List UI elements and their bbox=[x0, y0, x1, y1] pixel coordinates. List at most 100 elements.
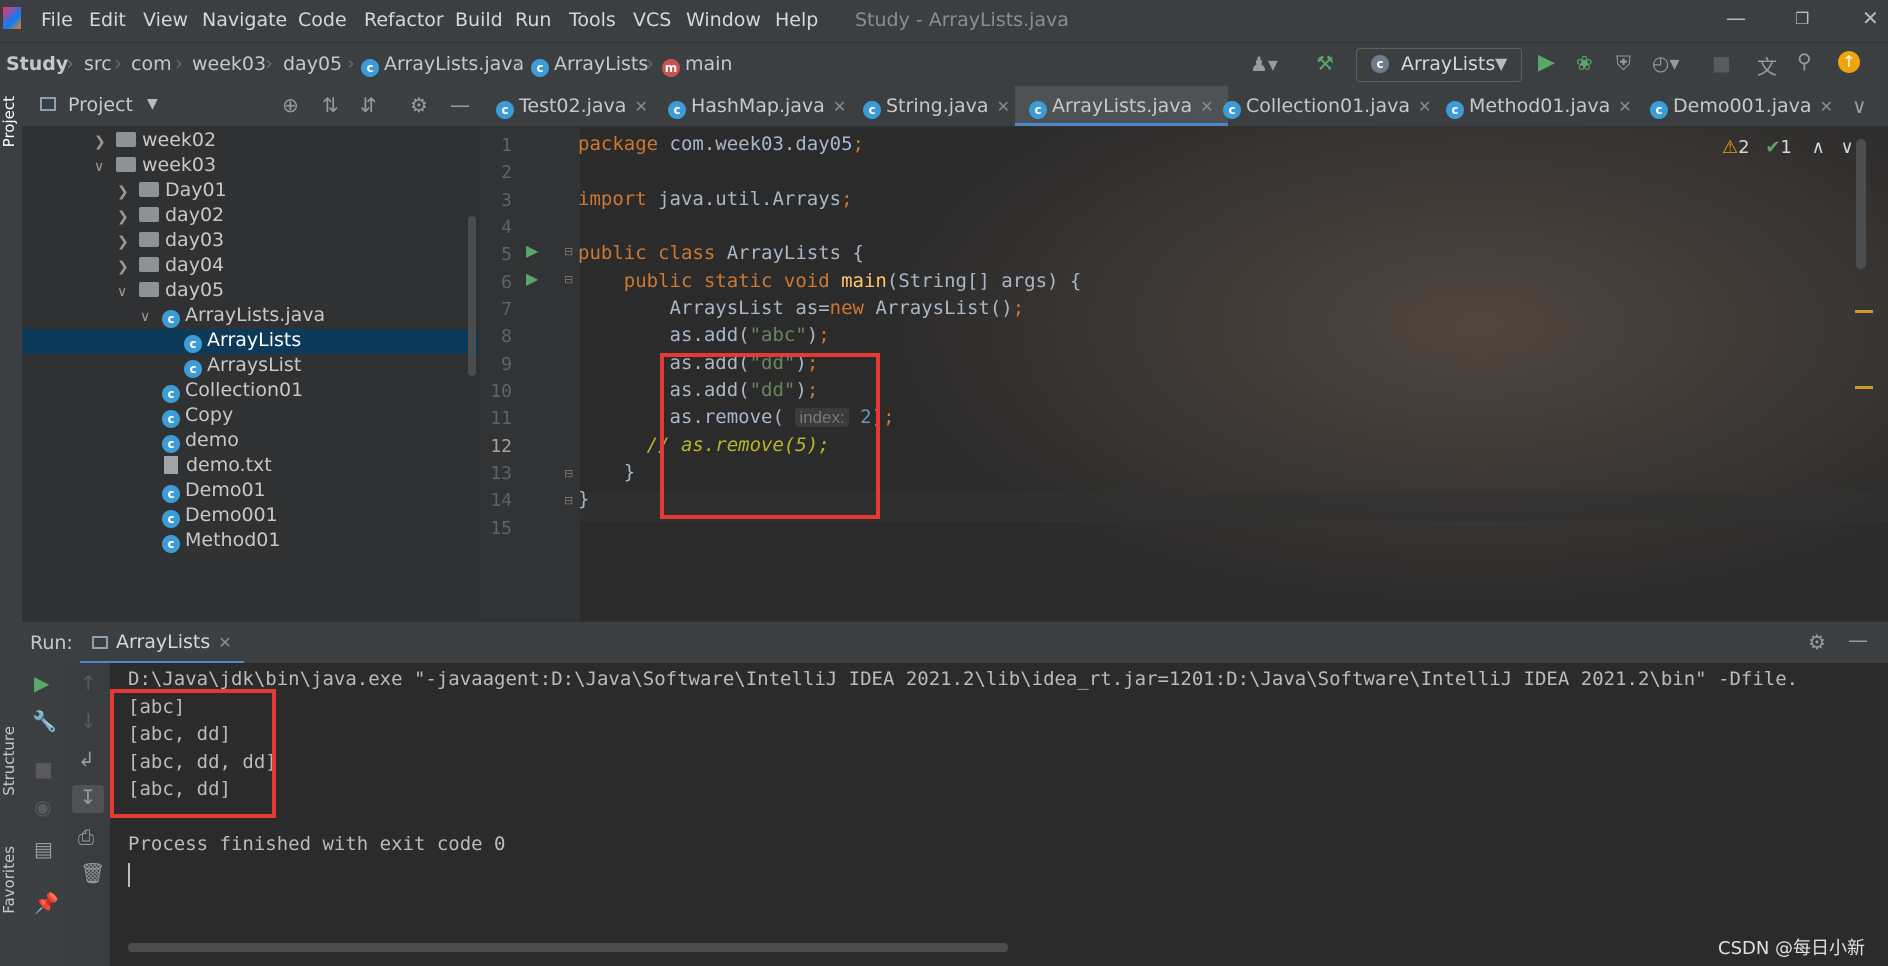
expand-all-icon[interactable]: ⇅ bbox=[322, 93, 339, 117]
breadcrumb-src[interactable]: src bbox=[84, 53, 112, 75]
restore-icon[interactable]: ❐ bbox=[1795, 9, 1809, 28]
inspection-widget[interactable]: ⚠2 ✔1 ∧ ∨ bbox=[1722, 137, 1854, 158]
warning-marker[interactable] bbox=[1855, 386, 1873, 389]
chevron-down-icon[interactable]: ∨ bbox=[1852, 94, 1867, 118]
tree-item-demo001[interactable]: c Demo001 bbox=[162, 504, 278, 534]
translate-icon[interactable]: 文 bbox=[1757, 51, 1777, 80]
chevron-up-icon[interactable]: ∧ bbox=[1812, 137, 1825, 158]
locate-icon[interactable]: ⊕ bbox=[282, 93, 299, 117]
menu-file[interactable]: File bbox=[41, 9, 73, 31]
navigation-bar: Study › src › com › week03 › day05 › c Ar… bbox=[0, 42, 1888, 88]
menu-build[interactable]: Build bbox=[455, 9, 503, 31]
breadcrumb-com[interactable]: com bbox=[131, 53, 172, 75]
search-icon[interactable]: ⚲ bbox=[1797, 49, 1812, 73]
project-scrollbar[interactable] bbox=[468, 216, 476, 376]
tab-label: String.java bbox=[886, 95, 989, 117]
coverage-icon[interactable]: ⛨ bbox=[1616, 51, 1631, 75]
project-panel-title[interactable]: Project bbox=[68, 94, 133, 116]
menu-edit[interactable]: Edit bbox=[89, 9, 126, 31]
update-icon[interactable]: ↑ bbox=[1838, 51, 1860, 73]
run-class-gutter-icon[interactable]: ▶ bbox=[526, 241, 538, 260]
folder-icon bbox=[139, 232, 159, 247]
tab-arraylists[interactable]: c ArrayLists.java ✕ bbox=[1015, 86, 1228, 126]
arrow-up-icon[interactable]: ↑ bbox=[80, 671, 97, 695]
gear-icon[interactable]: ⚙ bbox=[1808, 630, 1826, 654]
wrench-icon[interactable]: 🔧 bbox=[32, 709, 57, 733]
close-icon[interactable]: ✕ bbox=[218, 633, 231, 652]
run-icon[interactable]: ▶ bbox=[1538, 50, 1555, 75]
menu-view[interactable]: View bbox=[143, 9, 188, 31]
fold-icon[interactable]: ⊟ bbox=[564, 494, 573, 507]
tab-collection01[interactable]: c Collection01.java ✕ bbox=[1215, 86, 1439, 126]
run-main-gutter-icon[interactable]: ▶ bbox=[526, 269, 538, 288]
fold-icon[interactable]: ⊟ bbox=[564, 273, 573, 286]
close-icon[interactable]: ✕ bbox=[997, 97, 1010, 116]
menu-refactor[interactable]: Refactor bbox=[364, 9, 444, 31]
close-icon[interactable]: ✕ bbox=[833, 97, 846, 116]
tab-string[interactable]: c String.java ✕ bbox=[855, 86, 1018, 126]
trash-icon[interactable]: 🗑 bbox=[80, 861, 105, 885]
pin-icon[interactable]: 📌 bbox=[34, 891, 59, 915]
layout-icon[interactable]: ▤ bbox=[34, 837, 53, 861]
debug-icon[interactable]: ❀ bbox=[1576, 51, 1593, 75]
arrow-down-icon[interactable]: ↓ bbox=[80, 709, 97, 733]
breadcrumb-week03[interactable]: week03 bbox=[192, 53, 266, 75]
menu-run[interactable]: Run bbox=[515, 9, 551, 31]
tab-method01[interactable]: c Method01.java ✕ bbox=[1438, 86, 1640, 126]
rerun-icon[interactable]: ▶ bbox=[34, 671, 49, 695]
class-icon: c bbox=[1650, 101, 1668, 119]
warning-marker[interactable] bbox=[1855, 310, 1873, 313]
close-icon[interactable]: ✕ bbox=[1618, 97, 1631, 116]
run-configuration-selector[interactable]: c ArrayLists ▼ bbox=[1356, 48, 1522, 82]
tree-item-label: Demo001 bbox=[185, 504, 278, 526]
build-hammer-icon[interactable]: ⚒ bbox=[1316, 51, 1334, 75]
tree-item-label: Collection01 bbox=[185, 379, 304, 401]
breadcrumb-file[interactable]: c ArrayLists.java bbox=[361, 53, 524, 77]
close-icon[interactable]: ✕ bbox=[1418, 97, 1431, 116]
fold-icon[interactable]: ⊟ bbox=[564, 245, 573, 258]
tab-demo001[interactable]: c Demo001.java ✕ bbox=[1642, 86, 1841, 126]
close-icon[interactable]: ✕ bbox=[1820, 97, 1833, 116]
text-file-icon bbox=[164, 456, 178, 474]
breadcrumb-method[interactable]: m main bbox=[662, 53, 732, 77]
stop-icon[interactable]: ■ bbox=[1712, 51, 1731, 75]
menu-tools[interactable]: Tools bbox=[569, 9, 616, 31]
camera-icon[interactable]: ◉ bbox=[34, 795, 51, 819]
code-editor[interactable]: 1 2 3 4 5 6 7 8 9 10 11 12 13 14 15 ▶ ▶ … bbox=[480, 127, 1888, 621]
menu-vcs[interactable]: VCS bbox=[633, 9, 671, 31]
tree-item-method01[interactable]: c Method01 bbox=[162, 531, 280, 559]
menu-help[interactable]: Help bbox=[775, 9, 818, 31]
run-tab-arraylists[interactable]: ArrayLists ✕ bbox=[80, 622, 244, 664]
tab-test02[interactable]: c Test02.java ✕ bbox=[488, 86, 656, 126]
close-window-icon[interactable]: ✕ bbox=[1862, 6, 1879, 30]
close-icon[interactable]: ✕ bbox=[1200, 97, 1213, 116]
chevron-down-icon[interactable]: ▼ bbox=[147, 96, 158, 112]
editor-scrollbar[interactable] bbox=[1856, 139, 1866, 269]
project-tool-tab[interactable]: Project bbox=[0, 96, 18, 147]
stop-icon[interactable]: ■ bbox=[34, 757, 53, 781]
run-toolbar-secondary: ↑ ↓ ↲ ↧ ⎙ 🗑 bbox=[66, 663, 110, 966]
menu-code[interactable]: Code bbox=[298, 9, 347, 31]
structure-tool-tab[interactable]: Structure bbox=[0, 726, 18, 796]
minimize-icon[interactable]: — bbox=[1726, 6, 1746, 30]
menu-window[interactable]: Window bbox=[686, 9, 761, 31]
soft-wrap-icon[interactable]: ↲ bbox=[78, 747, 95, 771]
fold-icon[interactable]: ⊟ bbox=[564, 467, 573, 480]
tab-hashmap[interactable]: c HashMap.java ✕ bbox=[660, 86, 854, 126]
breadcrumb-project[interactable]: Study bbox=[6, 53, 68, 75]
breadcrumb-day05[interactable]: day05 bbox=[283, 53, 342, 75]
menu-navigate[interactable]: Navigate bbox=[202, 9, 287, 31]
gear-icon[interactable]: ⚙ bbox=[410, 93, 428, 117]
hide-panel-icon[interactable]: — bbox=[450, 93, 470, 117]
print-icon[interactable]: ⎙ bbox=[78, 825, 94, 849]
hide-panel-icon[interactable]: — bbox=[1848, 628, 1868, 652]
console-horizontal-scrollbar[interactable] bbox=[128, 943, 1008, 952]
profiler-icon[interactable]: ◴▾ bbox=[1652, 51, 1680, 75]
user-icon[interactable]: ♟▾ bbox=[1250, 52, 1278, 76]
breadcrumb-class[interactable]: c ArrayLists bbox=[531, 53, 648, 77]
collapse-all-icon[interactable]: ⇵ bbox=[360, 93, 377, 117]
favorites-tool-tab[interactable]: Favorites bbox=[0, 846, 18, 914]
close-icon[interactable]: ✕ bbox=[634, 97, 647, 116]
chevron-down-icon[interactable]: ∨ bbox=[1841, 137, 1854, 158]
scroll-to-end-icon[interactable]: ↧ bbox=[72, 785, 104, 813]
